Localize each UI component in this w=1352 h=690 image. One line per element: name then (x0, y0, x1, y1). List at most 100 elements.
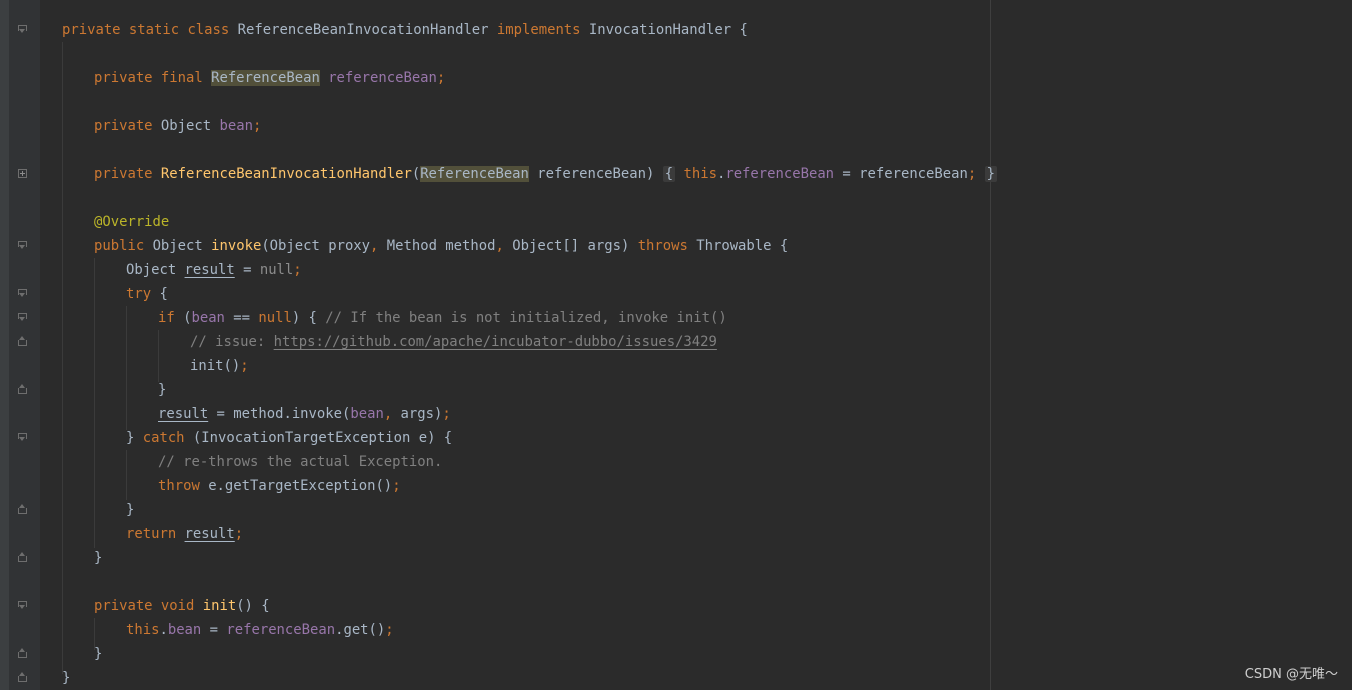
comment: // If the bean is not initialized, invok… (325, 310, 727, 326)
highlighted-type: ReferenceBean (420, 166, 529, 182)
code-line-result-assign: result = method.invoke(bean, args); (158, 402, 451, 426)
fold-toggle-icon[interactable] (18, 601, 27, 610)
semicolon: ; (436, 70, 446, 86)
method-call: init() (190, 358, 241, 374)
fold-end-icon[interactable] (18, 648, 27, 658)
field-name: bean (167, 622, 202, 638)
field-name: referenceBean (226, 622, 336, 638)
fold-toggle-icon[interactable] (18, 25, 27, 34)
code-line-catch: } catch (InvocationTargetException e) { (126, 426, 452, 450)
comma: , (383, 406, 393, 422)
code-line-annotation: @Override (94, 214, 170, 230)
code-line-throw: throw e.getTargetException(); (158, 474, 401, 498)
keyword-catch: catch (142, 430, 185, 446)
fold-toggle-icon[interactable] (18, 313, 27, 322)
folded-brace[interactable]: } (984, 166, 997, 182)
interface-name: InvocationHandler (588, 22, 732, 38)
semicolon: ; (240, 358, 249, 374)
keyword: public (94, 238, 145, 254)
constructor-name: ReferenceBeanInvocationHandler (160, 166, 412, 182)
operator: == (224, 310, 259, 326)
params: Object[] args) (503, 238, 638, 254)
folded-brace[interactable]: { (662, 166, 676, 182)
method-name: init (202, 598, 237, 614)
variable-result: result (184, 262, 235, 278)
semicolon: ; (385, 622, 394, 638)
keyword: private (94, 166, 153, 182)
highlighted-type: ReferenceBean (211, 70, 320, 86)
params: (Object proxy (261, 238, 371, 254)
code-line-close-invoke: } (94, 550, 103, 566)
editor-gutter (0, 0, 40, 690)
comment: // issue: (190, 334, 274, 350)
semicolon: ; (967, 166, 977, 182)
paren: ) { (291, 310, 326, 326)
fold-end-icon[interactable] (18, 552, 27, 562)
return-type: Object (152, 238, 203, 254)
field-name: referenceBean (328, 70, 437, 86)
brace: } (126, 430, 143, 446)
code-line-field-referencebean: private final ReferenceBean referenceBea… (94, 66, 445, 90)
keyword: private void (94, 598, 195, 614)
param-name: referenceBean) (537, 166, 655, 182)
issue-link[interactable]: https://github.com/apache/incubator-dubb… (274, 334, 717, 350)
type-name: Object (160, 118, 212, 134)
assignment: = (234, 262, 260, 278)
semicolon: ; (234, 526, 244, 542)
variable-result: result (184, 526, 235, 542)
code-line-result-declaration: Object result = null; (126, 258, 302, 282)
keyword: implements (496, 22, 581, 38)
code-line-if: if (bean == null) { // If the bean is no… (158, 306, 727, 330)
semicolon: ; (442, 406, 451, 422)
keyword-this: this (683, 166, 717, 182)
field-name: bean (191, 310, 225, 326)
expand-fold-icon[interactable] (18, 169, 27, 178)
code-line-constructor: private ReferenceBeanInvocationHandler(R… (94, 162, 997, 186)
indent-guide (62, 42, 63, 674)
code-line-close-if: } (158, 382, 167, 398)
code-line-try: try { (126, 282, 168, 306)
keyword: private final (94, 70, 203, 86)
keyword-throw: throw (158, 478, 200, 494)
params: () { (236, 598, 270, 614)
paren: ( (411, 166, 421, 182)
assignment: = (201, 622, 227, 638)
null-literal: null (259, 262, 294, 278)
fold-toggle-icon[interactable] (18, 241, 27, 250)
variable-result: result (158, 406, 209, 422)
code-line-rethrow-comment: // re-throws the actual Exception. (158, 454, 443, 470)
keyword-try: try (126, 286, 152, 302)
dot: . (159, 622, 168, 638)
fold-end-icon[interactable] (18, 504, 27, 514)
comma: , (495, 238, 504, 254)
brace: { (739, 22, 748, 38)
semicolon: ; (392, 478, 401, 494)
assignment: = referenceBean (834, 166, 968, 182)
watermark: CSDN @无唯～ (1244, 667, 1338, 682)
null-literal: null (258, 310, 292, 326)
code-line-issue-comment: // issue: https://github.com/apache/incu… (190, 330, 717, 354)
keyword-if: if (158, 310, 175, 326)
indent-guide (126, 306, 127, 430)
method-name: invoke (211, 238, 262, 254)
code-line-close-class: } (62, 670, 71, 686)
field-name: referenceBean (725, 166, 835, 182)
indent-guide (126, 450, 127, 500)
type-name: Object (126, 262, 185, 278)
keyword: private static class (62, 22, 230, 38)
fold-toggle-icon[interactable] (18, 433, 27, 442)
fold-end-icon[interactable] (18, 336, 27, 346)
code-line-close-init: } (94, 646, 103, 662)
params: Method method (378, 238, 496, 254)
fold-toggle-icon[interactable] (18, 289, 27, 298)
code-line-close-try: } (126, 502, 135, 518)
catch-params: (InvocationTargetException e) { (184, 430, 453, 446)
semicolon: ; (252, 118, 262, 134)
expression: args) (392, 406, 443, 422)
fold-end-icon[interactable] (18, 384, 27, 394)
fold-end-icon[interactable] (18, 672, 27, 682)
code-line-invoke-signature: public Object invoke(Object proxy, Metho… (94, 234, 788, 258)
right-margin-guide (990, 0, 991, 690)
code-line-init-call: init(); (190, 354, 249, 378)
